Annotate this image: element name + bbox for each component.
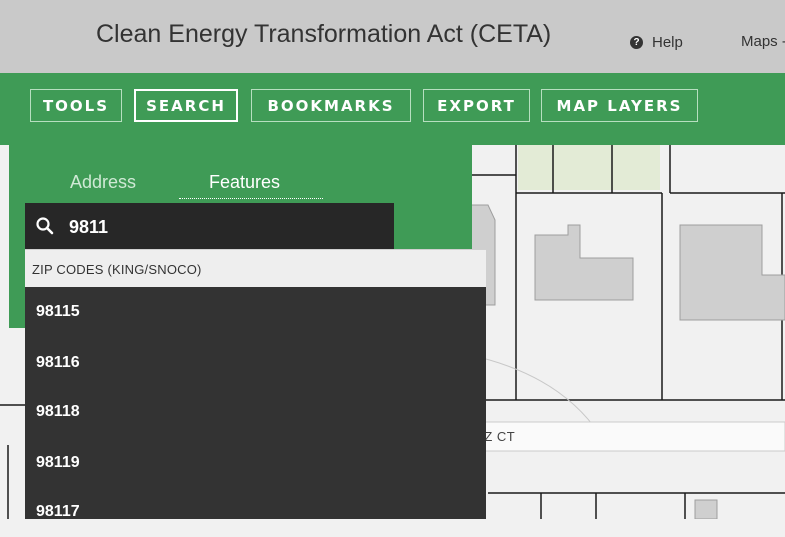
- result-item-label: 98119: [36, 454, 80, 471]
- search-icon: [36, 217, 54, 235]
- search-query[interactable]: 9811: [69, 217, 108, 238]
- help-icon: ?: [630, 36, 643, 49]
- help-link[interactable]: ? Help: [630, 34, 683, 51]
- result-item[interactable]: 98116: [25, 338, 486, 388]
- bookmarks-button[interactable]: BOOKMARKS: [251, 89, 411, 122]
- result-item-label: 98117: [36, 503, 80, 520]
- help-label: Help: [652, 34, 683, 51]
- tab-address[interactable]: Address: [70, 172, 136, 193]
- result-item[interactable]: 98115: [25, 287, 486, 337]
- tab-selected-indicator: [179, 198, 323, 199]
- tab-features[interactable]: Features: [209, 172, 280, 193]
- export-button[interactable]: EXPORT: [423, 89, 530, 122]
- result-item[interactable]: 98119: [25, 438, 486, 488]
- result-item-label: 98116: [36, 354, 80, 371]
- app-header: Clean Energy Transformation Act (CETA) ?…: [0, 0, 785, 73]
- tools-button[interactable]: TOOLS: [30, 89, 122, 122]
- result-item-label: 98115: [36, 303, 80, 320]
- search-button[interactable]: SEARCH: [134, 89, 238, 122]
- map-layers-button[interactable]: MAP LAYERS: [541, 89, 698, 122]
- app-title: Clean Energy Transformation Act (CETA): [96, 20, 552, 48]
- results-group-label: ZIP CODES (KING/SNOCO): [32, 262, 202, 277]
- search-input[interactable]: 9811: [25, 203, 394, 249]
- park-parcel: [518, 145, 660, 190]
- maps-menu[interactable]: Maps -: [741, 33, 785, 50]
- result-item-label: 98118: [36, 403, 80, 420]
- main-toolbar: TOOLS SEARCH BOOKMARKS EXPORT MAP LAYERS: [0, 73, 785, 145]
- result-item[interactable]: 98118: [25, 387, 486, 437]
- result-item[interactable]: 98117: [25, 487, 486, 537]
- results-group-header: ZIP CODES (KING/SNOCO): [25, 249, 486, 287]
- search-results-dropdown: ZIP CODES (KING/SNOCO) 98115 98116 98118…: [25, 249, 486, 520]
